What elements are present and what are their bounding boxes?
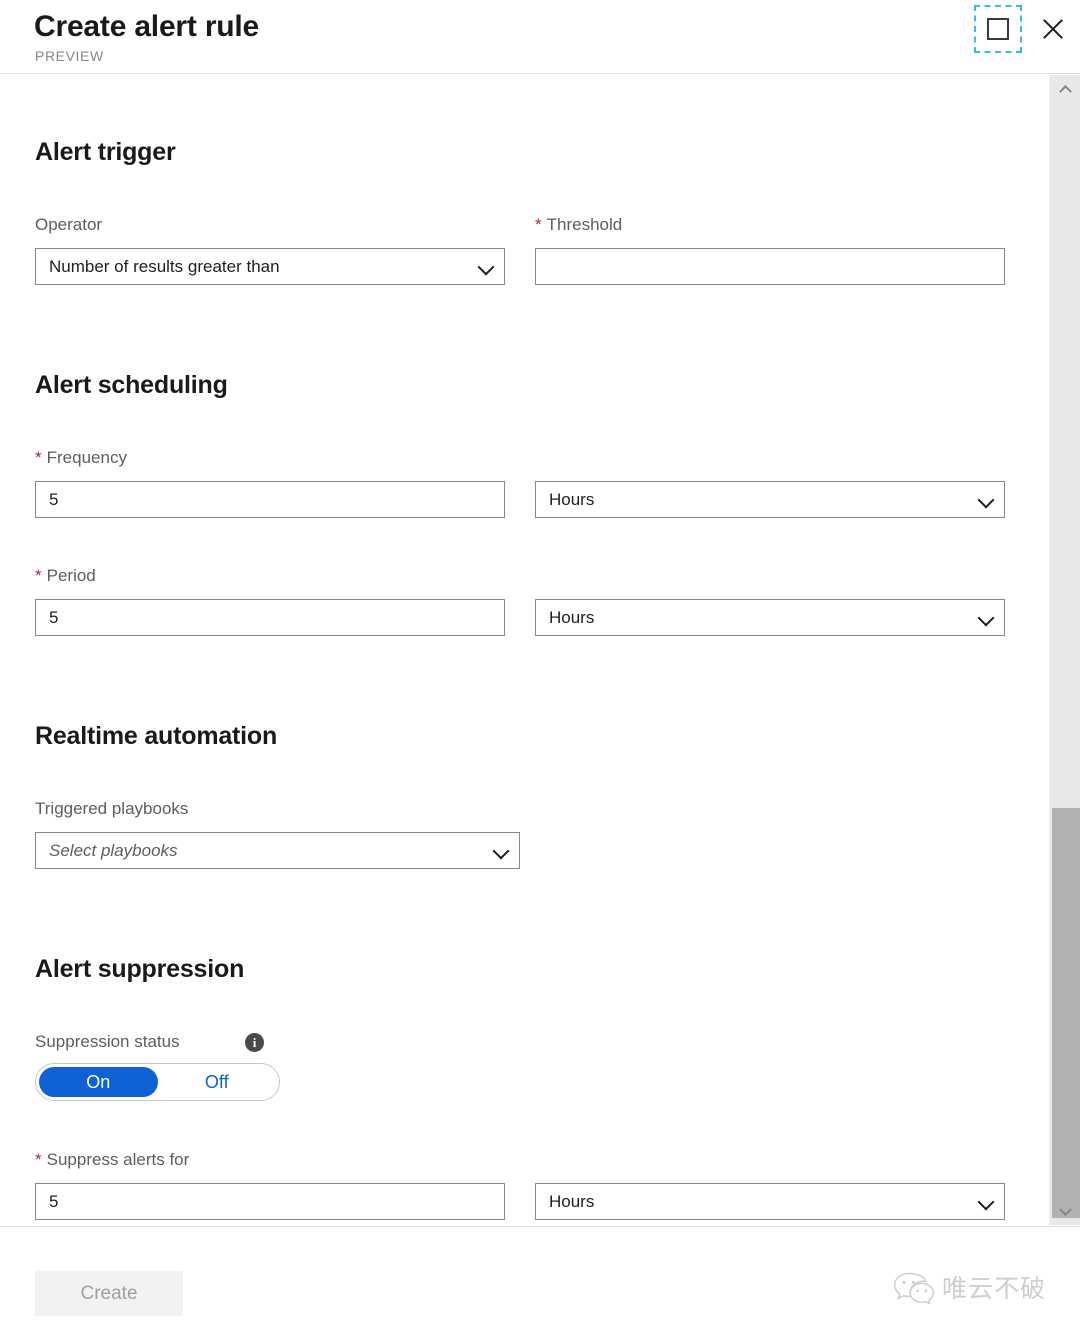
required-asterisk: * <box>35 1150 42 1169</box>
chevron-down-icon <box>478 259 494 275</box>
operator-dropdown[interactable]: Number of results greater than <box>35 248 505 285</box>
chevron-down-icon <box>978 610 994 626</box>
period-label: * Period <box>35 566 96 586</box>
suppress-alerts-for-label: * Suppress alerts for <box>35 1150 189 1170</box>
section-title-alert-suppression: Alert suppression <box>35 955 245 983</box>
required-asterisk: * <box>535 215 542 234</box>
toggle-option-on[interactable]: On <box>39 1067 158 1097</box>
chevron-down-icon <box>493 843 509 859</box>
scroll-down-button[interactable] <box>1050 1199 1080 1225</box>
chevron-down-icon <box>978 1194 994 1210</box>
frequency-label: * Frequency <box>35 448 127 468</box>
scroll-up-button[interactable] <box>1050 75 1080 101</box>
period-label-text: Period <box>46 566 96 585</box>
frequency-input[interactable] <box>35 481 505 518</box>
required-asterisk: * <box>35 566 42 585</box>
triggered-playbooks-dropdown[interactable]: Select playbooks <box>35 832 520 869</box>
scrollbar-thumb[interactable] <box>1052 808 1080 1218</box>
section-title-realtime-automation: Realtime automation <box>35 722 278 750</box>
suppress-alerts-for-unit-value: Hours <box>549 1191 595 1211</box>
threshold-label-text: Threshold <box>546 215 623 234</box>
info-circle-icon[interactable]: i <box>245 1033 264 1052</box>
maximize-square-icon <box>987 18 1009 40</box>
vertical-scrollbar[interactable] <box>1049 75 1080 1225</box>
chevron-down-icon <box>1059 1202 1072 1216</box>
page-title: Create alert rule <box>34 10 260 43</box>
blade-footer: Create <box>0 1226 1080 1335</box>
suppression-status-label: Suppression status <box>35 1032 180 1051</box>
suppress-alerts-for-unit-dropdown[interactable]: Hours <box>535 1183 1005 1220</box>
toggle-option-off[interactable]: Off <box>158 1067 277 1097</box>
close-x-icon <box>1040 16 1066 42</box>
period-unit-value: Hours <box>549 607 595 627</box>
suppress-alerts-for-input[interactable] <box>35 1183 505 1220</box>
preview-badge: PREVIEW <box>35 48 104 64</box>
frequency-unit-value: Hours <box>549 489 595 509</box>
create-alert-rule-blade: Create alert rule PREVIEW Alert trigger … <box>0 0 1080 1335</box>
close-button[interactable] <box>1030 6 1076 52</box>
suppression-status-toggle[interactable]: On Off <box>35 1063 280 1101</box>
threshold-label: * Threshold <box>535 215 622 235</box>
period-unit-dropdown[interactable]: Hours <box>535 599 1005 636</box>
frequency-unit-dropdown[interactable]: Hours <box>535 481 1005 518</box>
create-button[interactable]: Create <box>35 1271 183 1316</box>
threshold-input[interactable] <box>535 248 1005 285</box>
section-title-alert-trigger: Alert trigger <box>35 138 176 166</box>
triggered-playbooks-label: Triggered playbooks <box>35 799 189 818</box>
blade-content: Alert trigger Operator Number of results… <box>0 75 1049 1225</box>
operator-dropdown-value: Number of results greater than <box>49 256 280 276</box>
frequency-label-text: Frequency <box>46 448 127 467</box>
suppress-alerts-for-label-text: Suppress alerts for <box>46 1150 190 1169</box>
triggered-playbooks-placeholder: Select playbooks <box>49 840 178 860</box>
operator-label: Operator <box>35 215 103 234</box>
chevron-down-icon <box>978 492 994 508</box>
maximize-button[interactable] <box>974 5 1022 53</box>
required-asterisk: * <box>35 448 42 467</box>
period-input[interactable] <box>35 599 505 636</box>
chevron-up-icon <box>1059 84 1072 98</box>
blade-header: Create alert rule PREVIEW <box>0 0 1080 74</box>
section-title-alert-scheduling: Alert scheduling <box>35 371 228 399</box>
